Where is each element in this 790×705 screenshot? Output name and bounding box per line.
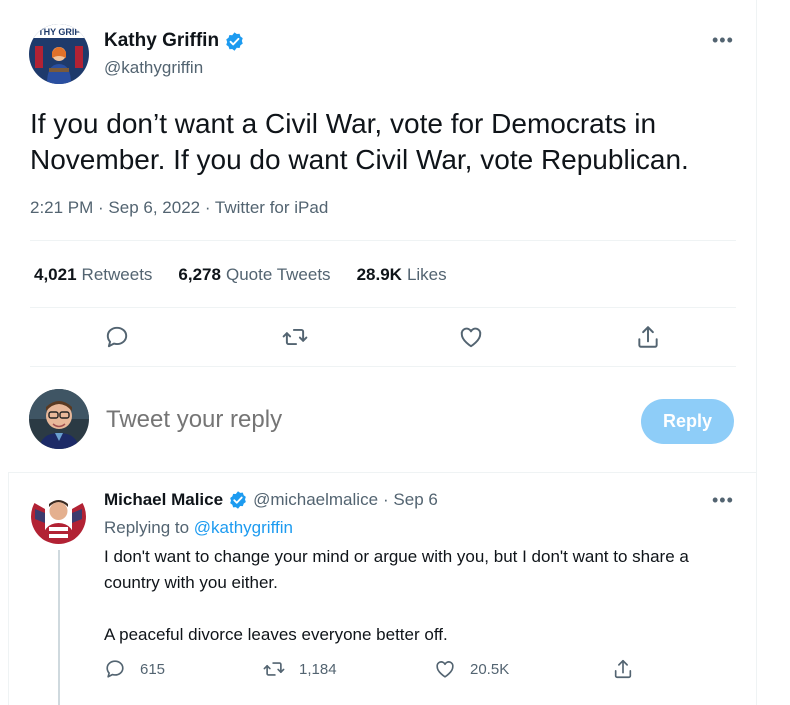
reply-submit-button[interactable]: Reply — [641, 399, 734, 444]
reply-icon — [106, 326, 128, 348]
replying-to: Replying to @kathygriffin — [104, 518, 293, 538]
share-icon — [614, 659, 632, 679]
divider — [30, 366, 736, 367]
thread-line — [58, 550, 60, 705]
tweet-timestamp[interactable]: 2:21 PM · Sep 6, 2022 · Twitter for iPad — [30, 198, 328, 218]
reply-count: 615 — [140, 660, 166, 678]
share-icon — [638, 326, 658, 348]
verified-badge-icon — [230, 491, 246, 509]
reply-share-button[interactable] — [612, 658, 634, 680]
reply-author-handle[interactable]: @michaelmalice — [253, 490, 378, 510]
avatar-sign-text: THY GRIF — [38, 27, 80, 37]
reply-author-row: Michael Malice @michaelmalice · Sep 6 — [104, 490, 438, 510]
reply-button[interactable] — [102, 322, 132, 352]
retweets-stat[interactable]: 4,021 Retweets — [34, 265, 152, 285]
like-icon — [460, 327, 482, 348]
tweet-text: If you don’t want a Civil War, vote for … — [30, 108, 689, 175]
reply-date[interactable]: · Sep 6 — [383, 490, 438, 510]
reply-reply-button[interactable]: 615 — [104, 658, 165, 680]
reply-author-avatar[interactable] — [31, 489, 86, 544]
replying-to-prefix: Replying to — [104, 518, 190, 537]
like-button[interactable] — [456, 322, 486, 352]
divider — [30, 240, 736, 241]
verified-badge-icon — [226, 31, 243, 51]
column-border — [756, 0, 757, 705]
reply-author-name[interactable]: Michael Malice — [104, 490, 223, 510]
tweet-stats: 4,021 Retweets 6,278 Quote Tweets 28.9K Lik… — [34, 265, 447, 285]
author-name-row[interactable]: Kathy Griffin — [104, 30, 245, 52]
more-options-icon[interactable]: ••• — [712, 30, 734, 51]
like-count: 20.5K — [470, 660, 510, 678]
likes-stat[interactable]: 28.9K Likes — [357, 265, 447, 285]
retweet-count: 1,184 — [299, 660, 337, 678]
divider — [30, 307, 736, 308]
column-border-left — [8, 472, 9, 705]
reply-text: I don't want to change your mind or argu… — [104, 544, 724, 648]
divider — [8, 472, 756, 473]
reply-retweet-button[interactable]: 1,184 — [263, 658, 337, 680]
quote-tweets-stat[interactable]: 6,278 Quote Tweets — [178, 265, 330, 285]
author-handle[interactable]: @kathygriffin — [104, 58, 203, 78]
reply-paragraph: I don't want to change your mind or argu… — [104, 547, 689, 592]
like-icon — [436, 661, 454, 678]
retweet-button[interactable] — [280, 322, 310, 352]
reply-paragraph: A peaceful divorce leaves everyone bette… — [104, 625, 448, 644]
my-avatar[interactable] — [29, 389, 89, 449]
author-avatar[interactable]: THY GRIF — [29, 24, 89, 84]
retweet-icon — [263, 662, 285, 676]
more-options-icon[interactable]: ••• — [712, 490, 734, 511]
reply-icon — [106, 660, 124, 678]
replying-to-link[interactable]: @kathygriffin — [194, 518, 293, 537]
reply-input[interactable] — [106, 406, 606, 434]
reply-like-button[interactable]: 20.5K — [434, 658, 509, 680]
retweet-icon — [282, 328, 308, 346]
author-name[interactable]: Kathy Griffin — [104, 30, 219, 52]
share-button[interactable] — [633, 322, 663, 352]
